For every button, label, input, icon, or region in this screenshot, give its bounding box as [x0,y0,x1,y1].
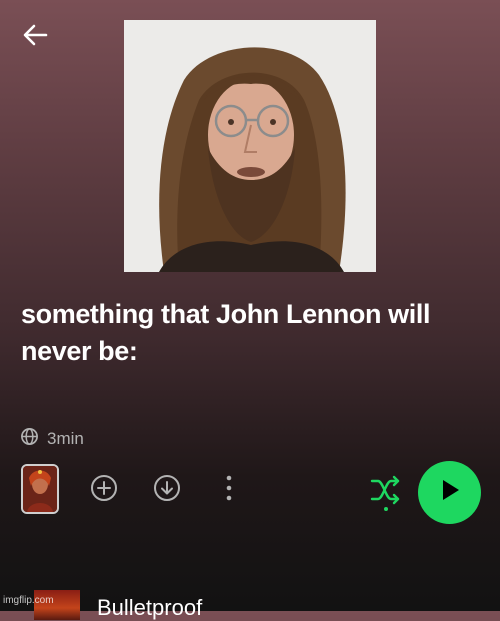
watermark: imgflip.com [3,595,54,606]
playlist-duration: 3min [47,429,84,448]
track-row[interactable]: Bulletproof [0,586,500,620]
download-button[interactable] [152,474,182,507]
playlist-title: something that John Lennon will never be… [21,299,431,366]
back-button[interactable] [18,20,52,54]
more-options-button[interactable] [218,473,240,507]
globe-icon [20,427,39,451]
add-to-library-button[interactable] [89,474,119,507]
playlist-preview-thumbnail[interactable] [21,464,59,514]
play-button[interactable] [418,461,481,524]
shuffle-icon [369,472,403,517]
shuffle-button[interactable] [366,472,406,516]
plus-circle-icon [90,474,118,507]
play-icon [438,477,462,508]
vertical-dots-icon [226,475,232,506]
track-title: Bulletproof [97,595,203,620]
playlist-controls [0,458,500,524]
download-circle-icon [153,474,181,507]
playlist-meta: 3min [20,428,84,450]
arrow-left-icon [21,21,49,54]
playlist-cover-image [124,20,376,272]
